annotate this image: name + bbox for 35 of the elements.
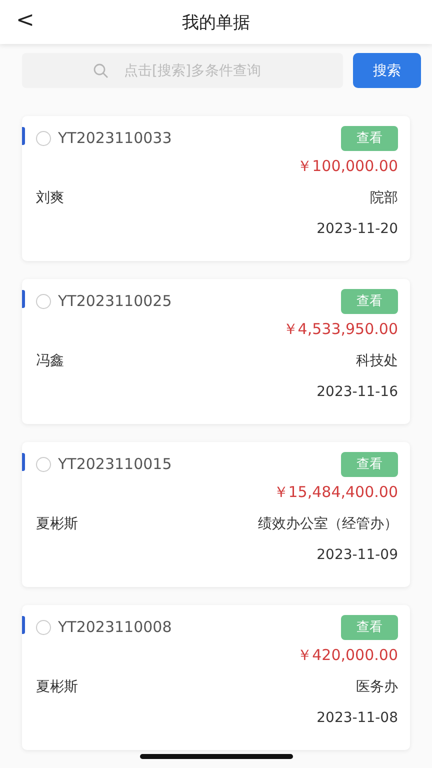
amount: ￥100,000.00 (297, 157, 398, 176)
date: 2023-11-09 (316, 546, 398, 562)
department: 绩效办公室（经管办） (258, 514, 398, 532)
accent-bar (22, 616, 25, 634)
person-name: 夏彬斯 (36, 678, 78, 696)
person-name: 冯鑫 (36, 352, 64, 370)
department: 院部 (370, 188, 398, 206)
document-number: YT2023110025 (58, 292, 173, 310)
radio-button[interactable] (36, 294, 51, 308)
search-button[interactable]: 搜索 (353, 53, 421, 88)
view-button[interactable]: 查看 (341, 288, 398, 314)
person-name: 夏彬斯 (36, 514, 78, 532)
radio-button[interactable] (36, 456, 51, 472)
document-number: YT2023110033 (58, 129, 173, 147)
department: 医务办 (356, 678, 398, 696)
date: 2023-11-08 (316, 710, 398, 726)
view-button[interactable]: 查看 (341, 126, 398, 150)
amount: ￥4,533,950.00 (282, 320, 398, 339)
view-button[interactable]: 查看 (341, 452, 398, 476)
department: 科技处 (356, 352, 398, 370)
view-button[interactable]: 查看 (341, 614, 398, 640)
page-title: 我的单据 (182, 12, 250, 34)
date: 2023-11-20 (316, 220, 398, 236)
accent-bar (22, 453, 25, 471)
amount: ￥15,484,400.00 (273, 483, 398, 502)
document-number: YT2023110015 (58, 455, 173, 473)
back-button[interactable]: < (12, 8, 38, 33)
document-number: YT2023110008 (58, 618, 173, 636)
person-name: 刘爽 (36, 188, 64, 206)
amount: ￥420,000.00 (297, 646, 398, 665)
accent-bar (22, 127, 25, 145)
radio-button[interactable] (36, 620, 51, 634)
date: 2023-11-16 (316, 384, 398, 400)
radio-button[interactable] (36, 130, 51, 146)
accent-bar (22, 290, 25, 308)
